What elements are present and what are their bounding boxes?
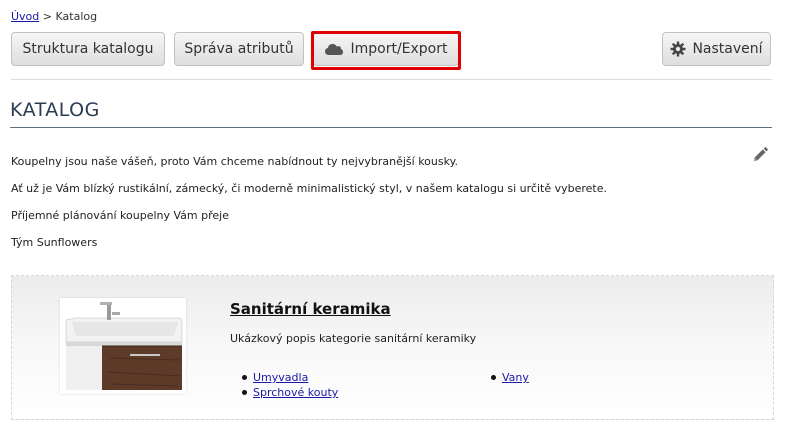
settings-button-label: Nastavení <box>692 41 763 57</box>
breadcrumb-separator: > <box>42 10 52 23</box>
subcategory-link-sprchove-kouty[interactable]: Sprchové kouty <box>253 386 338 399</box>
settings-button[interactable]: Nastavení <box>662 32 771 66</box>
category-thumbnail-image[interactable] <box>60 298 186 394</box>
subcategory-item: Vany <box>491 371 529 384</box>
breadcrumb-home-link[interactable]: Úvod <box>11 10 39 23</box>
intro-line-4: Tým Sunflowers <box>11 236 98 249</box>
structure-button[interactable]: Struktura katalogu <box>11 32 165 66</box>
pencil-icon[interactable] <box>751 146 769 164</box>
import-export-button[interactable]: Import/Export <box>313 32 459 66</box>
breadcrumb: Úvod > Katalog <box>11 10 97 23</box>
category-title-link[interactable]: Sanitární keramika <box>230 300 391 318</box>
category-card: Sanitární keramika Ukázkový popis katego… <box>11 275 774 420</box>
intro-line-1: Koupelny jsou naše vášeň, proto Vám chce… <box>11 155 459 168</box>
page-title: KATALOG <box>10 99 100 121</box>
intro-line-2: Ať už je Vám blízký rustikální, zámecký,… <box>11 182 608 195</box>
subcategory-link-vany[interactable]: Vany <box>502 371 529 384</box>
subcategory-link-umyvadla[interactable]: Umyvadla <box>253 371 308 384</box>
title-divider <box>10 127 772 128</box>
cloud-icon <box>324 42 344 56</box>
intro-line-3: Příjemné plánování koupelny Vám přeje <box>11 209 229 222</box>
attributes-button-label: Správa atributů <box>184 41 294 57</box>
subcategory-item: Sprchové kouty <box>242 386 338 399</box>
toolbar-divider <box>11 79 772 80</box>
structure-button-label: Struktura katalogu <box>22 41 154 57</box>
import-export-button-label: Import/Export <box>350 41 448 57</box>
bullet-icon <box>242 390 247 395</box>
bullet-icon <box>491 375 496 380</box>
gear-icon <box>670 41 686 57</box>
category-description: Ukázkový popis kategorie sanitární keram… <box>230 332 477 345</box>
subcategory-item: Umyvadla <box>242 371 308 384</box>
toolbar: Struktura katalogu Správa atributů Impor… <box>11 32 772 68</box>
breadcrumb-current: Katalog <box>55 10 98 23</box>
attributes-button[interactable]: Správa atributů <box>174 32 304 66</box>
bullet-icon <box>242 375 247 380</box>
